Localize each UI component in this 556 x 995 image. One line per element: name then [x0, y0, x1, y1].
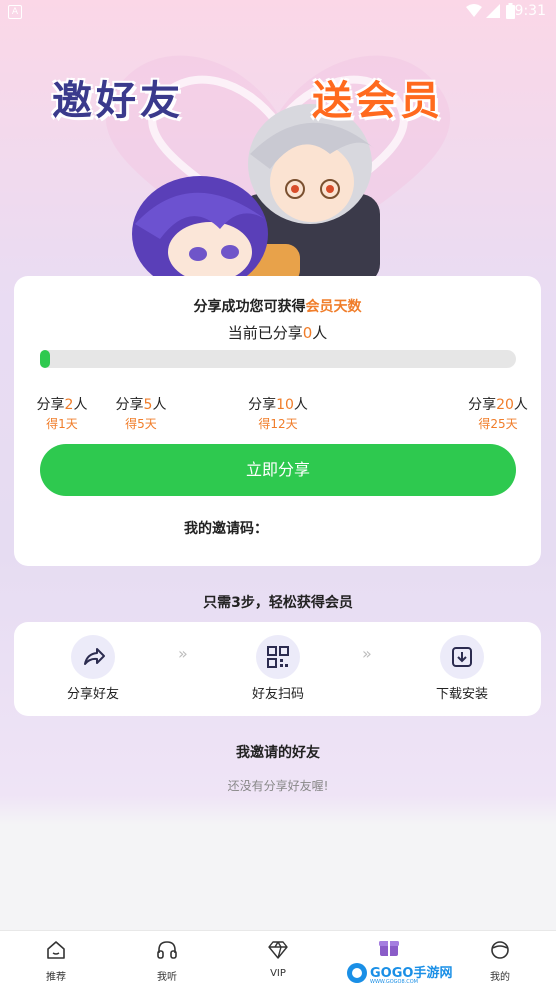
milestone-2: 分享2人 得1天: [22, 394, 102, 432]
milestone-reward: 得5天: [125, 417, 157, 431]
milestone-reward: 得1天: [46, 417, 78, 431]
step-scan-circle: [256, 635, 300, 679]
signal-icon: [486, 4, 500, 18]
steps-title: 只需3步，轻松获得会员: [203, 595, 353, 611]
nav-item-recommend[interactable]: 推荐: [21, 939, 91, 983]
gogo-logo-icon: [347, 963, 367, 983]
diamond-icon: [268, 941, 288, 959]
step-download-label: 下载安装: [435, 687, 488, 702]
progress-fill: [40, 350, 50, 368]
bottom-nav: 推荐 我听 VIP 我的: [0, 930, 556, 995]
watermark-sub: WWW.GOGO8.COM: [370, 979, 418, 985]
nav-item-listen[interactable]: 我听: [132, 939, 202, 983]
milestone-label: 分享5人: [115, 397, 167, 413]
shared-count-line: 当前已分享0人: [14, 322, 541, 343]
notification-badge-icon: A: [8, 5, 22, 19]
shared-count: 0: [302, 324, 313, 342]
profile-icon: [491, 941, 509, 959]
status-bar: A 9:31: [0, 0, 556, 24]
step-download-circle: [440, 635, 484, 679]
step-share-circle: [71, 635, 115, 679]
invite-code-label: 我的邀请码：: [184, 521, 268, 537]
nav-item-mine[interactable]: 我的: [465, 939, 535, 983]
chevron-right-icon: »: [362, 644, 372, 663]
chevron-right-icon: »: [178, 644, 188, 663]
hero-title-invite: 邀好友: [52, 78, 184, 124]
reward-headline: 分享成功您可获得会员天数: [14, 296, 541, 316]
home-icon: [47, 941, 65, 959]
invite-card: 分享成功您可获得会员天数 当前已分享0人 分享2人 得1天 分享5人 得5天 分…: [14, 276, 541, 566]
hero-title-vip: 送会员: [312, 78, 444, 124]
milestone-reward: 得12天: [258, 417, 298, 431]
nav-label: VIP: [270, 968, 286, 979]
milestone-label: 分享2人: [36, 397, 88, 413]
milestone-10: 分享10人 得12天: [238, 394, 318, 432]
friends-title: 我邀请的好友: [236, 745, 320, 761]
step-scan-label: 好友扫码: [251, 687, 304, 702]
progress-track: [40, 350, 516, 368]
friends-empty-text: 还没有分享好友喔!: [227, 779, 329, 793]
shared-suffix: 人: [312, 324, 328, 342]
milestone-20: 分享20人 得25天: [458, 394, 538, 432]
hero-banner: 邀好友 送会员: [0, 24, 556, 284]
milestone-label: 分享20人: [468, 397, 528, 413]
share-arrow-icon: [84, 648, 105, 665]
wifi-icon: [466, 4, 482, 17]
steps-card: 分享好友 » 好友扫码 » 下载安装: [14, 622, 541, 716]
reward-headline-highlight: 会员天数: [305, 299, 362, 315]
reward-headline-text: 分享成功您可获得: [193, 299, 306, 315]
nav-item-vip[interactable]: VIP: [243, 939, 313, 979]
step-share-label: 分享好友: [66, 687, 119, 702]
shared-prefix: 当前已分享: [227, 324, 303, 342]
watermark-logo: GOGO手游网 WWW.GOGO8.COM: [346, 962, 458, 986]
status-time: 9:31: [514, 3, 546, 19]
download-icon: [452, 647, 472, 667]
headphones-icon: [157, 941, 177, 959]
gift-icon: [379, 941, 399, 956]
milestone-label: 分享10人: [248, 397, 308, 413]
share-now-button[interactable]: 立即分享: [40, 444, 516, 496]
nav-label: 我听: [157, 972, 177, 983]
nav-label: 我的: [490, 972, 510, 983]
nav-label: 推荐: [46, 972, 66, 983]
milestone-5: 分享5人 得5天: [101, 394, 181, 432]
qr-code-icon: [267, 646, 289, 668]
milestone-reward: 得25天: [478, 417, 518, 431]
